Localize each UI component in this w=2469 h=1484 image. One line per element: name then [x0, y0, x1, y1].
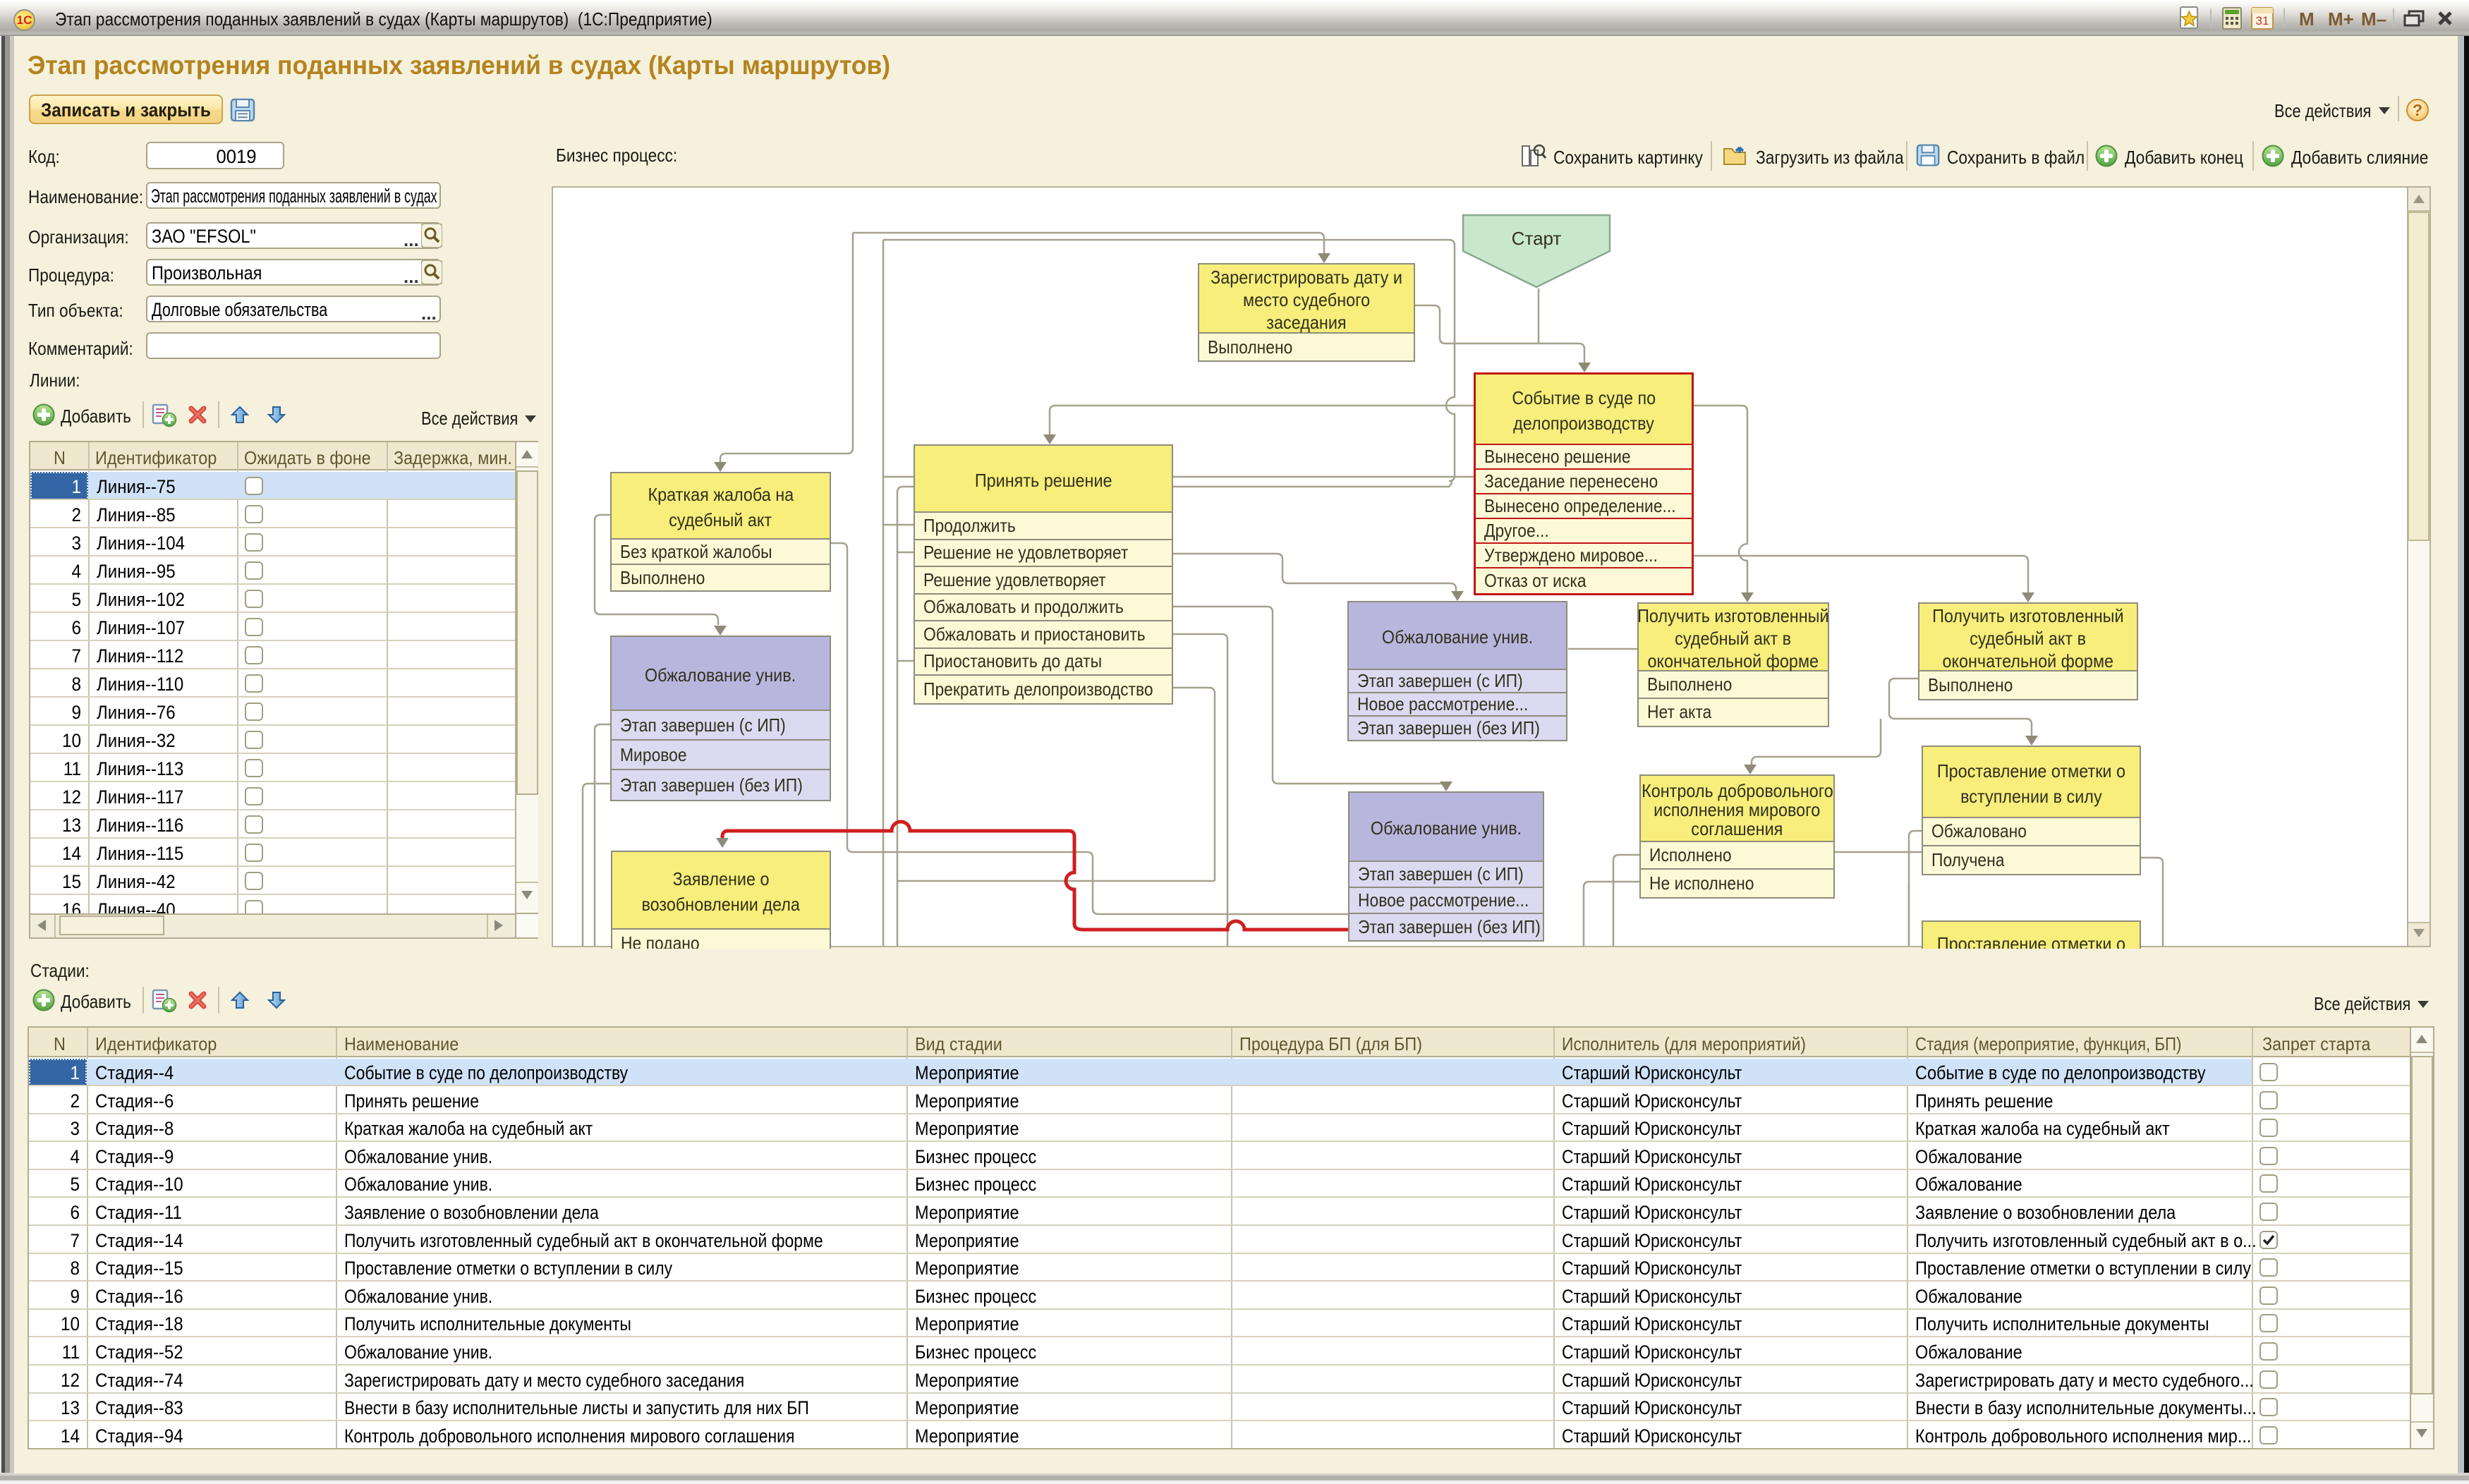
svg-text:M+: M+ [2328, 8, 2354, 30]
svg-text:M: M [2299, 8, 2315, 30]
svg-text:M–: M– [2361, 8, 2386, 30]
svg-text:Старт: Старт [1512, 228, 1562, 249]
svg-text:31: 31 [2256, 14, 2269, 28]
